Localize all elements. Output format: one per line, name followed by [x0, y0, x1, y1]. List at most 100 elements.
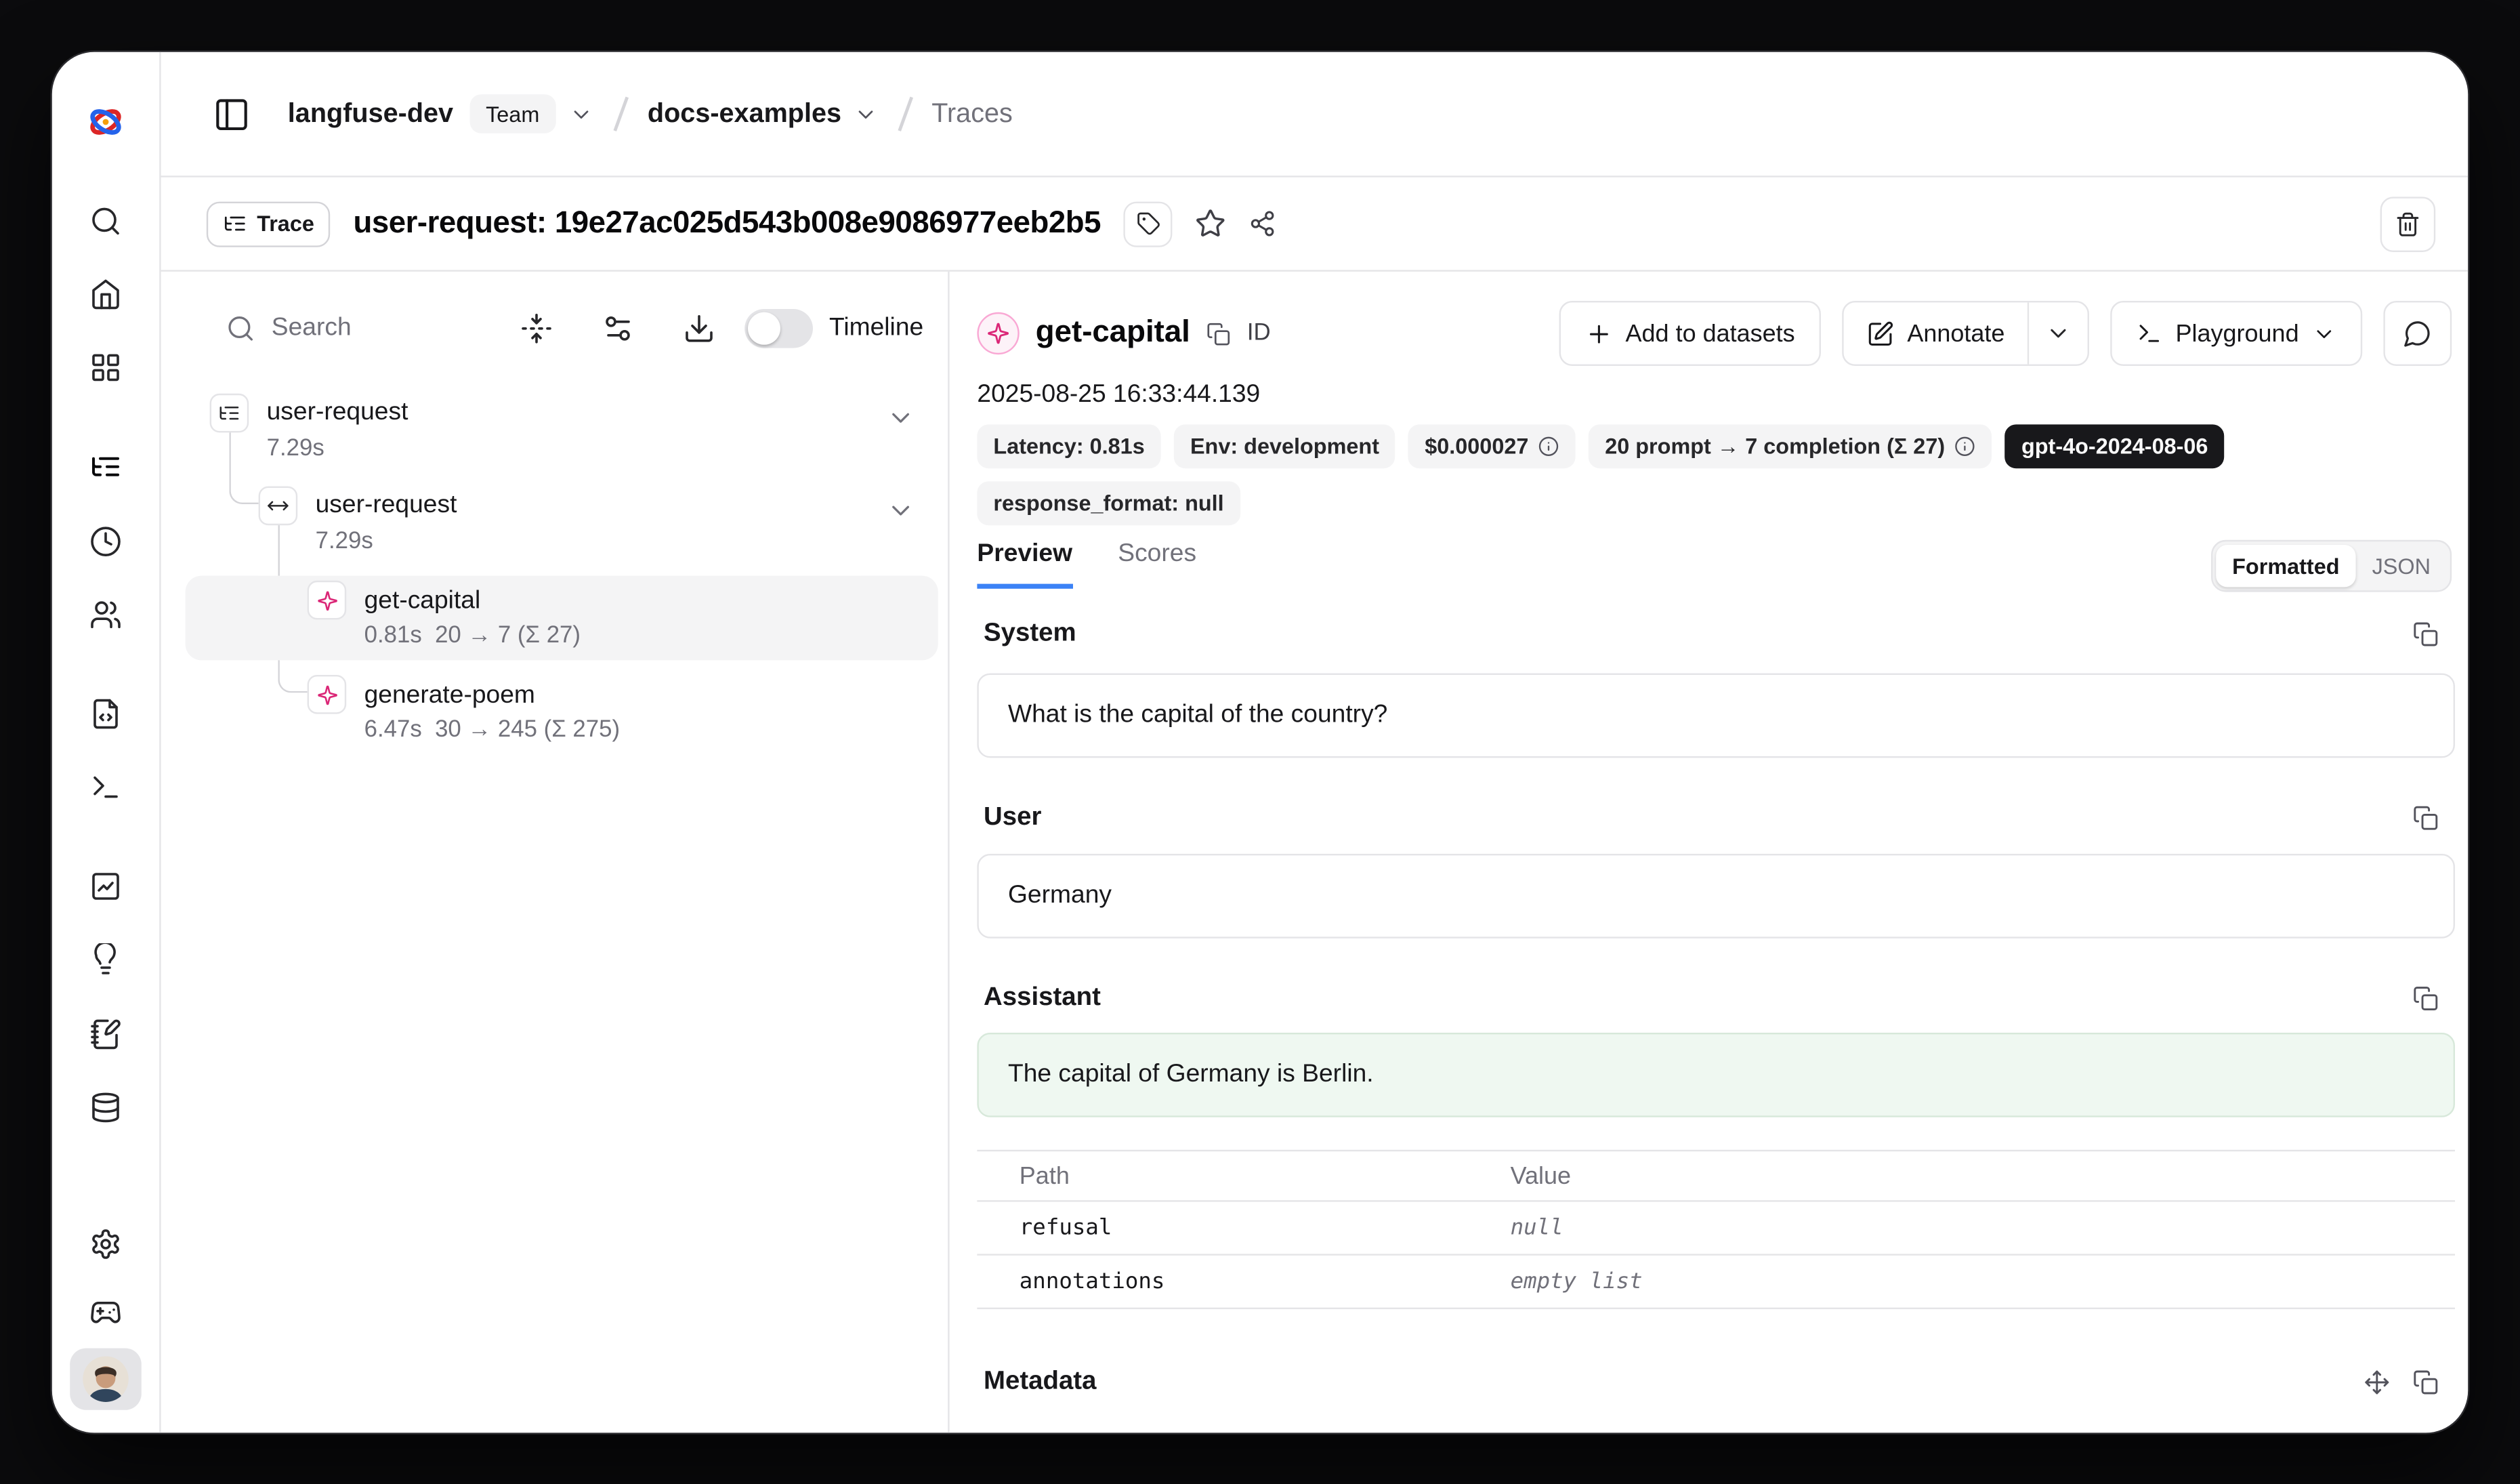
breadcrumb-divider — [613, 97, 627, 131]
system-message-box: What is the capital of the country? — [977, 674, 2455, 758]
comment-button[interactable] — [2383, 301, 2452, 366]
tree-item-stats: 6.47s 30 → 245 (Σ 275) — [364, 716, 620, 747]
share-icon[interactable] — [1248, 210, 1276, 238]
playground-button[interactable]: Playground — [2110, 301, 2362, 366]
metadata-title: Metadata — [984, 1367, 1096, 1397]
annotate-button[interactable]: Annotate — [1844, 302, 2028, 364]
chevron-down-icon[interactable] — [886, 403, 915, 432]
tabs-row: Preview Scores Formatted JSON — [977, 540, 2452, 592]
project-name[interactable]: docs-examples — [648, 98, 841, 129]
id-label[interactable]: ID — [1247, 321, 1271, 346]
copy-icon[interactable] — [2413, 621, 2439, 647]
tab-preview[interactable]: Preview — [977, 540, 1072, 589]
dashboard-grid-icon[interactable] — [89, 351, 122, 384]
latency-badge: Latency: 0.81s — [977, 424, 1160, 468]
span-node-icon — [259, 487, 298, 526]
section-header-assistant: Assistant — [984, 983, 2439, 1015]
format-json[interactable]: JSON — [2356, 554, 2447, 578]
copy-icon[interactable] — [2413, 985, 2439, 1011]
badge-row: response_format: null — [977, 481, 1240, 525]
prompts-file-icon[interactable] — [89, 698, 122, 730]
langfuse-logo[interactable] — [85, 101, 127, 143]
tokens-badge[interactable]: 20 prompt → 7 completion (Σ 27) — [1589, 424, 1992, 468]
tree-item-label[interactable]: generate-poem — [364, 680, 535, 712]
expand-icon[interactable] — [2364, 1369, 2390, 1395]
tree-item-duration: 7.29s — [267, 434, 324, 466]
search-icon[interactable] — [89, 205, 122, 237]
detail-header: get-capital ID Add to datasets — [977, 301, 2452, 366]
section-name[interactable]: Traces — [931, 98, 1013, 129]
tree-connector — [229, 430, 258, 504]
project-chevron-down-icon[interactable] — [853, 102, 877, 126]
search-input[interactable] — [272, 314, 471, 343]
trace-title: user-request: 19e27ac025d543b008e9086977… — [353, 206, 1101, 242]
copy-icon[interactable] — [2413, 1369, 2439, 1395]
nav-rail — [52, 52, 161, 1433]
org-name[interactable]: langfuse-dev — [288, 98, 453, 129]
model-badge[interactable]: gpt-4o-2024-08-06 — [2005, 424, 2225, 468]
evaluation-chart-icon[interactable] — [89, 870, 122, 903]
delete-trace-button[interactable] — [2380, 196, 2436, 251]
copy-icon[interactable] — [2413, 805, 2439, 831]
annotate-dropdown-chevron[interactable] — [2029, 302, 2087, 364]
org-chevron-down-icon[interactable] — [569, 102, 593, 126]
home-icon[interactable] — [89, 278, 122, 310]
support-gamepad-icon[interactable] — [89, 1296, 122, 1329]
tree-item-label[interactable]: user-request — [316, 489, 457, 522]
add-to-datasets-button[interactable]: Add to datasets — [1559, 301, 1821, 366]
column-header-value: Value — [1511, 1162, 1571, 1190]
app-window: langfuse-dev Team docs-examples Traces T… — [52, 52, 2468, 1433]
chevron-down-icon — [2312, 321, 2336, 346]
trace-type-label: Trace — [257, 211, 314, 236]
generation-node-icon — [308, 675, 347, 714]
breadcrumb-divider — [897, 97, 911, 131]
column-header-path: Path — [977, 1162, 1510, 1190]
format-toggle: Formatted JSON — [2211, 540, 2452, 592]
playground-terminal-icon[interactable] — [89, 771, 122, 804]
tag-icon[interactable] — [1124, 201, 1173, 246]
chevron-down-icon[interactable] — [886, 496, 915, 525]
settings-gear-icon[interactable] — [89, 1228, 122, 1260]
annotate-split-button: Annotate — [1842, 301, 2089, 366]
toggle-knob — [748, 312, 780, 345]
star-icon[interactable] — [1195, 208, 1226, 239]
desktop-background: langfuse-dev Team docs-examples Traces T… — [0, 0, 2520, 1484]
datasets-database-icon[interactable] — [89, 1091, 122, 1124]
main-column: langfuse-dev Team docs-examples Traces T… — [161, 52, 2469, 1433]
observation-detail-panel: get-capital ID Add to datasets — [950, 272, 2469, 1433]
info-icon — [1538, 436, 1559, 457]
trace-node-icon — [210, 394, 249, 433]
copy-id-icon[interactable] — [1206, 321, 1231, 346]
cell-path: refusal — [977, 1215, 1510, 1241]
timeline-toggle[interactable] — [744, 309, 813, 348]
tree-settings-icon[interactable] — [602, 312, 634, 345]
traces-icon[interactable] — [89, 451, 122, 483]
metadata-section: Metadata — [984, 1367, 2439, 1397]
cost-badge[interactable]: $0.000027 — [1408, 424, 1576, 468]
content-area: Timeline user-request 7.29s user-request — [161, 272, 2469, 1433]
section-title: System — [984, 619, 1076, 648]
sidebar-toggle-icon[interactable] — [213, 95, 250, 132]
tree-item-label[interactable]: get-capital — [364, 585, 481, 618]
output-table: Path Value refusal null annotations empt… — [977, 1150, 2455, 1309]
lightbulb-icon[interactable] — [89, 943, 122, 976]
sessions-clock-icon[interactable] — [89, 525, 122, 558]
tree-item-label[interactable]: user-request — [267, 397, 408, 430]
env-badge: Env: development — [1174, 424, 1395, 468]
users-icon[interactable] — [89, 598, 122, 631]
table-row: refusal null — [977, 1202, 2455, 1256]
observation-timestamp: 2025-08-25 16:33:44.139 — [977, 381, 1260, 410]
format-formatted[interactable]: Formatted — [2216, 545, 2355, 587]
avatar[interactable] — [70, 1348, 142, 1410]
tree-item-stats: 0.81s 20 → 7 (Σ 27) — [364, 621, 581, 653]
collapse-all-icon[interactable] — [520, 312, 553, 345]
trace-tree-panel: Timeline user-request 7.29s user-request — [161, 272, 950, 1433]
trace-header: Trace user-request: 19e27ac025d543b008e9… — [161, 178, 2469, 272]
info-icon — [1955, 436, 1976, 457]
tree-toolbar: Timeline — [161, 296, 948, 361]
annotation-notebook-icon[interactable] — [89, 1018, 122, 1050]
download-icon[interactable] — [683, 312, 715, 345]
breadcrumb: langfuse-dev Team docs-examples Traces — [161, 52, 2469, 178]
tab-scores[interactable]: Scores — [1118, 540, 1196, 589]
section-title: Assistant — [984, 984, 1101, 1013]
